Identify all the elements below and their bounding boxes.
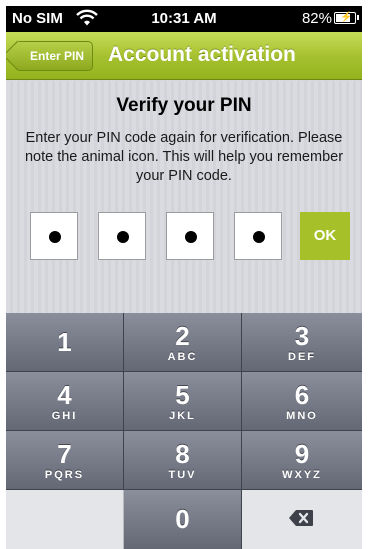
- key-digit: 9: [294, 439, 310, 469]
- key-2[interactable]: 2 ABC: [124, 313, 242, 372]
- key-digit: 1: [57, 327, 72, 357]
- pin-digit-2[interactable]: [98, 212, 146, 260]
- pin-digit-1[interactable]: [30, 212, 78, 260]
- key-7[interactable]: 7 PQRS: [6, 431, 124, 490]
- key-letters: MNO: [286, 410, 318, 422]
- key-letters: GHI: [51, 410, 78, 422]
- key-digit: 8: [175, 439, 190, 469]
- pin-dot-icon: [253, 231, 265, 243]
- status-bar: No SIM 10:31 AM 82% ⚡: [6, 6, 362, 32]
- key-letters: TUV: [168, 469, 197, 481]
- ok-button[interactable]: OK: [300, 212, 350, 260]
- key-digit: 4: [57, 380, 72, 410]
- key-letters: DEF: [288, 351, 316, 363]
- key-8[interactable]: 8 TUV: [124, 431, 242, 490]
- pin-digit-4[interactable]: [234, 212, 282, 260]
- delete-key[interactable]: [242, 490, 362, 549]
- key-4[interactable]: 4 GHI: [6, 372, 124, 431]
- key-9[interactable]: 9 WXYZ: [242, 431, 362, 490]
- back-button-label: Enter PIN: [30, 49, 85, 63]
- back-button[interactable]: Enter PIN: [15, 41, 94, 71]
- key-letters: JKL: [169, 410, 196, 422]
- pin-entry-row: OK: [30, 212, 350, 262]
- verify-heading: Verify your PIN: [116, 95, 252, 116]
- pin-dot-icon: [49, 231, 61, 243]
- phone-screen: No SIM 10:31 AM 82% ⚡ Enter PIN Account …: [6, 6, 362, 549]
- verify-instructions: Enter your PIN code again for verificati…: [24, 130, 344, 184]
- key-0[interactable]: 0: [124, 490, 242, 549]
- key-letters: ABC: [167, 351, 198, 363]
- key-digit: 0: [175, 504, 190, 534]
- battery-percent: 82%: [301, 10, 332, 27]
- pin-dot-icon: [185, 231, 197, 243]
- key-5[interactable]: 5 JKL: [124, 372, 242, 431]
- key-letters: WXYZ: [282, 469, 322, 481]
- verify-pin-panel: Verify your PIN Enter your PIN code agai…: [6, 81, 362, 313]
- key-3[interactable]: 3 DEF: [242, 313, 362, 372]
- numeric-keypad: 1 2 ABC 3 DEF 4 GHI 5 JKL 6 MNO 7 PQRS 8…: [6, 313, 362, 549]
- pin-digit-3[interactable]: [166, 212, 214, 260]
- battery-charging-icon: ⚡: [334, 12, 359, 24]
- pin-dot-icon: [117, 231, 129, 243]
- page-title: Account activation: [108, 43, 296, 66]
- key-letters: PQRS: [44, 469, 85, 481]
- key-digit: 2: [175, 321, 190, 351]
- key-1[interactable]: 1: [6, 313, 124, 372]
- key-digit: 3: [294, 321, 310, 351]
- key-digit: 5: [175, 380, 190, 410]
- key-digit: 7: [57, 439, 72, 469]
- backspace-icon: [289, 510, 313, 526]
- key-6[interactable]: 6 MNO: [242, 372, 362, 431]
- key-blank: [6, 490, 124, 549]
- navigation-bar: Enter PIN Account activation: [6, 32, 362, 80]
- key-digit: 6: [294, 380, 310, 410]
